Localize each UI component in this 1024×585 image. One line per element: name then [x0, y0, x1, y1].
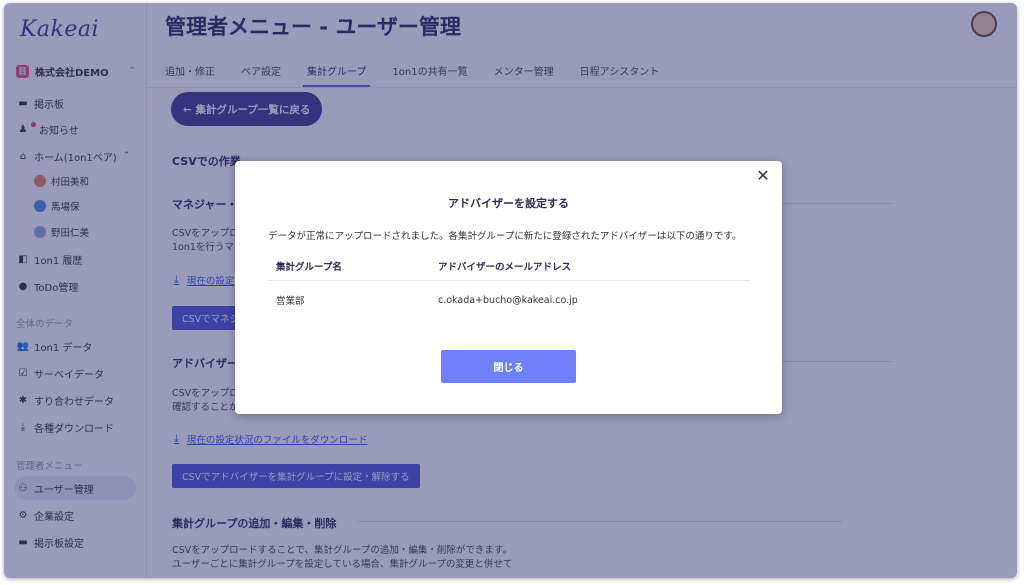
modal-message: データが正常にアップロードされました。各集計グループに新たに登録されたアドバイザ… — [268, 231, 742, 242]
advisor-table: 集計グループ名 アドバイザーのメールアドレス 営業部 c.okada+bucho… — [268, 251, 750, 319]
email-cell: c.okada+bucho@kakeai.co.jp — [438, 294, 578, 306]
table-header: 集計グループ名 アドバイザーのメールアドレス — [268, 251, 750, 281]
group-cell: 営業部 — [276, 296, 305, 307]
close-button[interactable]: 閉じる — [441, 350, 576, 383]
column-header-group: 集計グループ名 — [276, 261, 342, 273]
table-row: 営業部 c.okada+bucho@kakeai.co.jp — [268, 281, 750, 319]
modal-title: アドバイザーを設定する — [448, 197, 569, 210]
app-window: Kakeai 目 株式会社DEMO ⌃ ▬ 掲示板 ♟ お知らせ ⌂ ホーム(1… — [4, 3, 1017, 578]
column-header-email: アドバイザーのメールアドレス — [438, 261, 572, 273]
advisor-modal: ✕ アドバイザーを設定する データが正常にアップロードされました。各集計グループ… — [235, 161, 782, 414]
close-icon[interactable]: ✕ — [754, 167, 772, 185]
